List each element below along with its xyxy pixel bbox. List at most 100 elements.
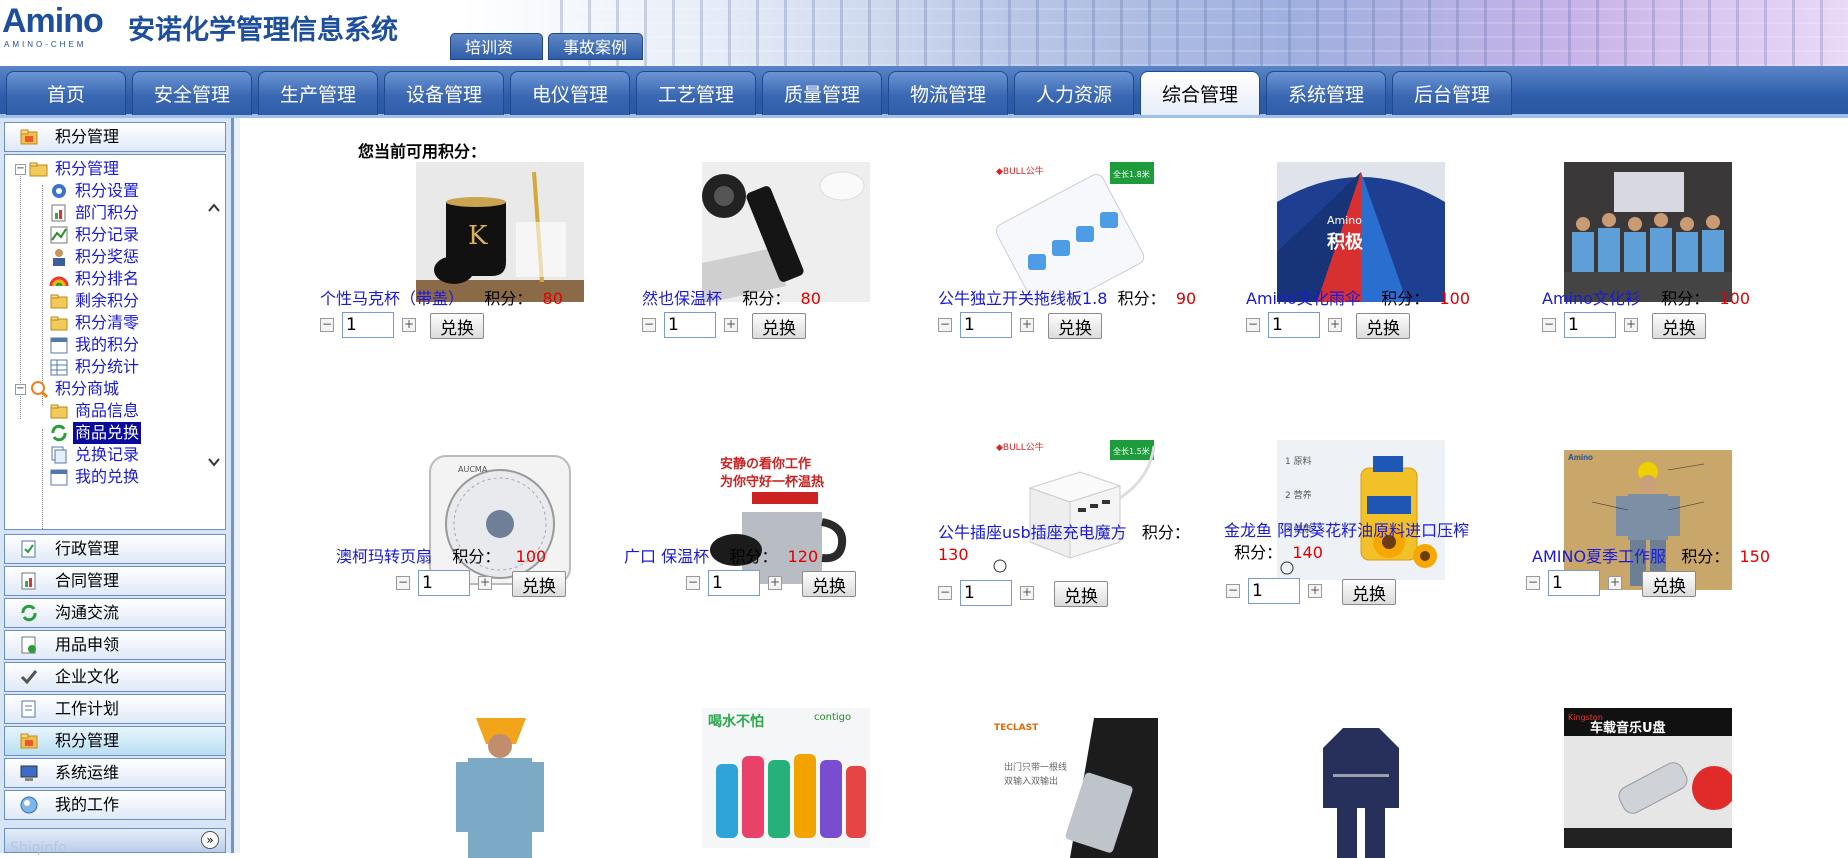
- plus-icon[interactable]: +: [402, 318, 416, 332]
- sidebar-section-points-2[interactable]: 积分管理: [4, 726, 226, 756]
- plus-icon[interactable]: +: [1020, 318, 1034, 332]
- quantity-input[interactable]: [1248, 578, 1300, 604]
- nav-tab-hr[interactable]: 人力资源: [1014, 71, 1134, 115]
- expand-icon[interactable]: »: [201, 831, 219, 849]
- plus-icon[interactable]: +: [1308, 584, 1322, 598]
- sidebar-section-admin[interactable]: 行政管理: [4, 534, 226, 564]
- quantity-input[interactable]: [708, 570, 760, 596]
- quantity-input[interactable]: [1548, 570, 1600, 596]
- nav-tab-production[interactable]: 生产管理: [258, 71, 378, 115]
- refresh-icon: [51, 424, 67, 442]
- exchange-button[interactable]: 兑换: [1356, 313, 1410, 339]
- exchange-button[interactable]: 兑换: [1048, 313, 1102, 339]
- sidebar-section-culture[interactable]: 企业文化: [4, 662, 226, 692]
- minus-icon[interactable]: −: [938, 586, 952, 600]
- nav-tab-system[interactable]: 系统管理: [1266, 71, 1386, 115]
- app-title: 安诺化学管理信息系统: [128, 15, 398, 46]
- chevron-up-icon[interactable]: [207, 201, 221, 215]
- product-name[interactable]: 公牛独立开关拖线板1.8: [938, 289, 1107, 308]
- quantity-input[interactable]: [1564, 312, 1616, 338]
- plus-icon[interactable]: +: [724, 318, 738, 332]
- sidebar-section-communication[interactable]: 沟通交流: [4, 598, 226, 628]
- collapse-icon[interactable]: −: [15, 384, 26, 395]
- tree-item-label: 积分排名: [75, 269, 140, 288]
- nav-tab-equipment[interactable]: 设备管理: [384, 71, 504, 115]
- product-name[interactable]: 金龙鱼 阳光葵花籽油原料进口压榨: [1224, 521, 1469, 540]
- nav-tab-process[interactable]: 工艺管理: [636, 71, 756, 115]
- exchange-button[interactable]: 兑换: [1054, 581, 1108, 607]
- plus-icon[interactable]: +: [478, 576, 492, 590]
- quantity-input[interactable]: [1268, 312, 1320, 338]
- minus-icon[interactable]: −: [938, 318, 952, 332]
- svg-text:◆BULL公牛: ◆BULL公牛: [996, 165, 1044, 177]
- chevron-down-icon[interactable]: [207, 455, 221, 469]
- quantity-input[interactable]: [342, 312, 394, 338]
- plus-icon[interactable]: +: [1328, 318, 1342, 332]
- quantity-input[interactable]: [960, 312, 1012, 338]
- exchange-button[interactable]: 兑换: [1342, 579, 1396, 605]
- minus-icon[interactable]: −: [1226, 584, 1240, 598]
- plus-icon[interactable]: +: [1624, 318, 1638, 332]
- document-chart-icon: [21, 572, 36, 590]
- exchange-button[interactable]: 兑换: [430, 313, 484, 339]
- plus-icon[interactable]: +: [768, 576, 782, 590]
- exchange-button[interactable]: 兑换: [752, 313, 806, 339]
- quantity-input[interactable]: [418, 570, 470, 596]
- minus-icon[interactable]: −: [1246, 318, 1260, 332]
- product-name[interactable]: 广口 保温杯: [624, 547, 709, 566]
- exchange-button[interactable]: 兑换: [512, 571, 566, 597]
- sidebar-section-supplies[interactable]: 用品申领: [4, 630, 226, 660]
- minus-icon[interactable]: −: [1542, 318, 1556, 332]
- quantity-input[interactable]: [960, 580, 1012, 606]
- tree-scrollbar[interactable]: [203, 155, 225, 529]
- sidebar-section-work-plan[interactable]: 工作计划: [4, 694, 226, 724]
- tab-training-materials[interactable]: 培训资料: [450, 33, 543, 66]
- product-name[interactable]: 澳柯玛转页扇: [336, 547, 432, 566]
- svg-text:K: K: [468, 221, 488, 251]
- tab-accident-cases[interactable]: 事故案例: [548, 33, 643, 60]
- svg-text:为你守好一杯温热: 为你守好一杯温热: [720, 474, 824, 490]
- collapse-icon[interactable]: −: [15, 164, 26, 175]
- checklist-icon: [21, 540, 36, 558]
- sidebar-section-points[interactable]: 积分管理: [4, 122, 226, 152]
- minus-icon[interactable]: −: [396, 576, 410, 590]
- product-image-power-bank: TECLAST 出门只带一根线 双输入双输出: [990, 718, 1158, 858]
- product-name[interactable]: AMINO夏季工作服: [1532, 547, 1666, 566]
- brand-text: contigo: [814, 712, 851, 723]
- svg-text:1 原料: 1 原料: [1285, 455, 1312, 467]
- nav-tab-home[interactable]: 首页: [6, 71, 126, 115]
- sidebar-section-my-work[interactable]: 我的工作: [4, 790, 226, 820]
- nav-tab-electrical[interactable]: 电仪管理: [510, 71, 630, 115]
- exchange-button[interactable]: 兑换: [1652, 313, 1706, 339]
- exchange-button[interactable]: 兑换: [1642, 571, 1696, 597]
- product-name[interactable]: Amino文化衫: [1542, 289, 1641, 308]
- sidebar-section-ops[interactable]: 系统运维: [4, 758, 226, 788]
- table-icon: [50, 359, 68, 376]
- nav-tab-general[interactable]: 综合管理: [1140, 71, 1260, 115]
- product-image-rain-suit: [1277, 718, 1445, 858]
- svg-text:安静の看你工作: 安静の看你工作: [720, 456, 811, 472]
- product-name[interactable]: 然也保温杯: [642, 289, 722, 308]
- product-name[interactable]: 个性马克杯（带盖）: [320, 289, 464, 308]
- product-image-tshirt-group: [1564, 162, 1732, 302]
- minus-icon[interactable]: −: [1526, 576, 1540, 590]
- tree-item-label: 兑换记录: [75, 445, 140, 464]
- nav-tab-quality[interactable]: 质量管理: [762, 71, 882, 115]
- product-image-mug: K: [416, 162, 584, 302]
- nav-tab-safety[interactable]: 安全管理: [132, 71, 252, 115]
- minus-icon[interactable]: −: [320, 318, 334, 332]
- minus-icon[interactable]: −: [686, 576, 700, 590]
- points-word: 积分：: [1661, 289, 1710, 308]
- plus-icon[interactable]: +: [1020, 586, 1034, 600]
- product-name[interactable]: Amino文化雨伞: [1246, 289, 1361, 308]
- nav-tab-backend[interactable]: 后台管理: [1392, 71, 1512, 115]
- badge-text: 全长1.8米: [1113, 169, 1150, 179]
- nav-tab-logistics[interactable]: 物流管理: [888, 71, 1008, 115]
- minus-icon[interactable]: −: [642, 318, 656, 332]
- exchange-button[interactable]: 兑换: [802, 571, 856, 597]
- product-name[interactable]: 公牛插座usb插座充电魔方: [938, 523, 1127, 542]
- quantity-input[interactable]: [664, 312, 716, 338]
- points-word: 积分：: [452, 547, 501, 566]
- plus-icon[interactable]: +: [1608, 576, 1622, 590]
- sidebar-section-contracts[interactable]: 合同管理: [4, 566, 226, 596]
